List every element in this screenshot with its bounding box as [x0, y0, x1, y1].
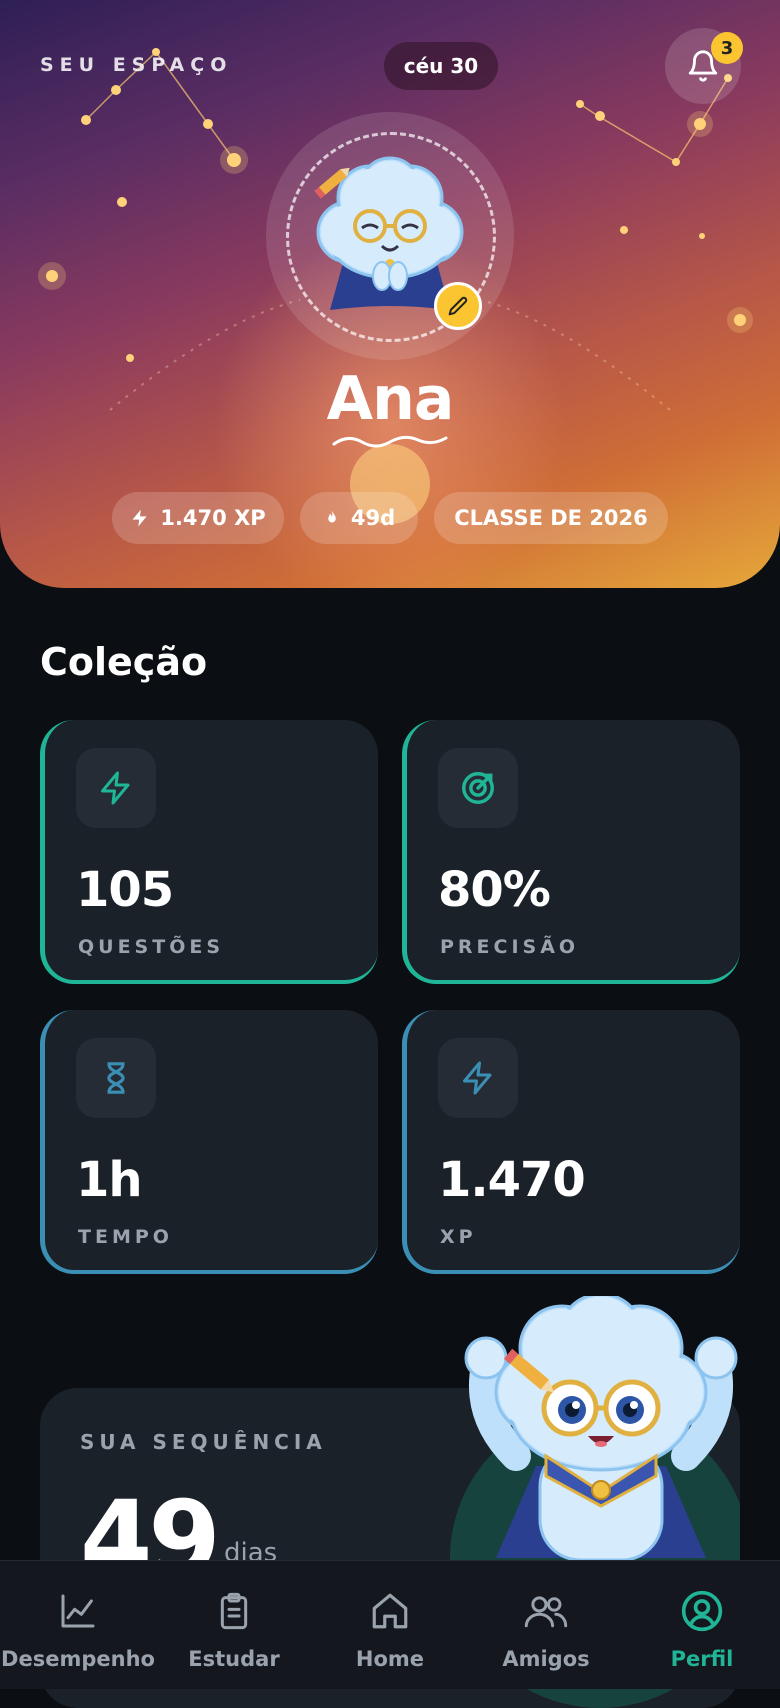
class-pill-label: CLASSE DE 2026	[454, 506, 648, 530]
card-label: PRECISÃO	[440, 936, 580, 958]
stat-card-time[interactable]: 1h TEMPO	[40, 1010, 378, 1274]
card-value: 80%	[438, 862, 551, 918]
stat-card-questions[interactable]: 105 QUESTÕES	[40, 720, 378, 984]
users-icon	[524, 1596, 568, 1628]
notification-count-badge: 3	[711, 32, 743, 64]
card-icon-container	[438, 1038, 518, 1118]
lightning-icon	[463, 1061, 492, 1095]
avatar-frame[interactable]	[266, 112, 514, 360]
streak-pill-label: 49d	[350, 506, 396, 530]
card-label: QUESTÕES	[78, 936, 225, 958]
class-pill: CLASSE DE 2026	[434, 492, 668, 544]
chart-line-icon	[61, 1594, 95, 1628]
xp-pill: 1.470 XP	[112, 492, 284, 544]
hourglass-icon	[107, 1062, 125, 1094]
tab-estudar[interactable]: Estudar	[156, 1561, 312, 1689]
streak-label: SUA SEQUÊNCIA	[80, 1430, 327, 1454]
card-icon-container	[76, 748, 156, 828]
card-value: 1h	[76, 1152, 143, 1208]
pencil-icon	[448, 296, 468, 316]
profile-icon	[681, 1590, 723, 1632]
tab-label: Amigos	[502, 1647, 590, 1671]
edit-avatar-button[interactable]	[434, 282, 482, 330]
stat-card-accuracy[interactable]: 80% PRECISÃO	[402, 720, 740, 984]
user-name: Ana	[326, 364, 455, 434]
tab-label: Perfil	[670, 1647, 734, 1671]
flame-icon	[328, 510, 336, 523]
card-icon-container	[76, 1038, 156, 1118]
target-icon	[462, 772, 494, 804]
streak-pill: 49d	[300, 492, 418, 544]
stat-card-xp[interactable]: 1.470 XP	[402, 1010, 740, 1274]
collection-title: Coleção	[40, 640, 208, 684]
card-label: XP	[440, 1226, 477, 1248]
card-value: 105	[76, 862, 174, 918]
sky-level-pill[interactable]: céu 30	[384, 42, 498, 90]
tab-label: Desempenho	[1, 1647, 155, 1671]
name-underline-squiggle	[332, 435, 448, 448]
profile-hero: SEU ESPAÇO céu 30 3 Ana 1.470 XP 49d CLA…	[0, 0, 780, 588]
card-value: 1.470	[438, 1152, 586, 1208]
bottom-tab-bar: Desempenho Estudar Home Amigos Perfil	[0, 1560, 780, 1689]
card-icon-container	[438, 748, 518, 828]
tab-label: Estudar	[188, 1647, 280, 1671]
xp-pill-label: 1.470 XP	[160, 506, 266, 530]
tab-amigos[interactable]: Amigos	[468, 1561, 624, 1689]
space-label: SEU ESPAÇO	[40, 54, 233, 76]
tab-label: Home	[355, 1647, 425, 1671]
tab-home[interactable]: Home	[312, 1561, 468, 1689]
card-label: TEMPO	[78, 1226, 173, 1248]
lightning-icon	[132, 509, 147, 527]
home-icon	[372, 1593, 408, 1629]
clipboard-icon	[220, 1592, 248, 1630]
celebrating-cloud-mascot	[464, 1296, 738, 1560]
lightning-icon	[101, 771, 130, 805]
tab-perfil[interactable]: Perfil	[624, 1561, 780, 1689]
notifications-button[interactable]: 3	[665, 28, 743, 104]
tab-desempenho[interactable]: Desempenho	[0, 1561, 156, 1689]
